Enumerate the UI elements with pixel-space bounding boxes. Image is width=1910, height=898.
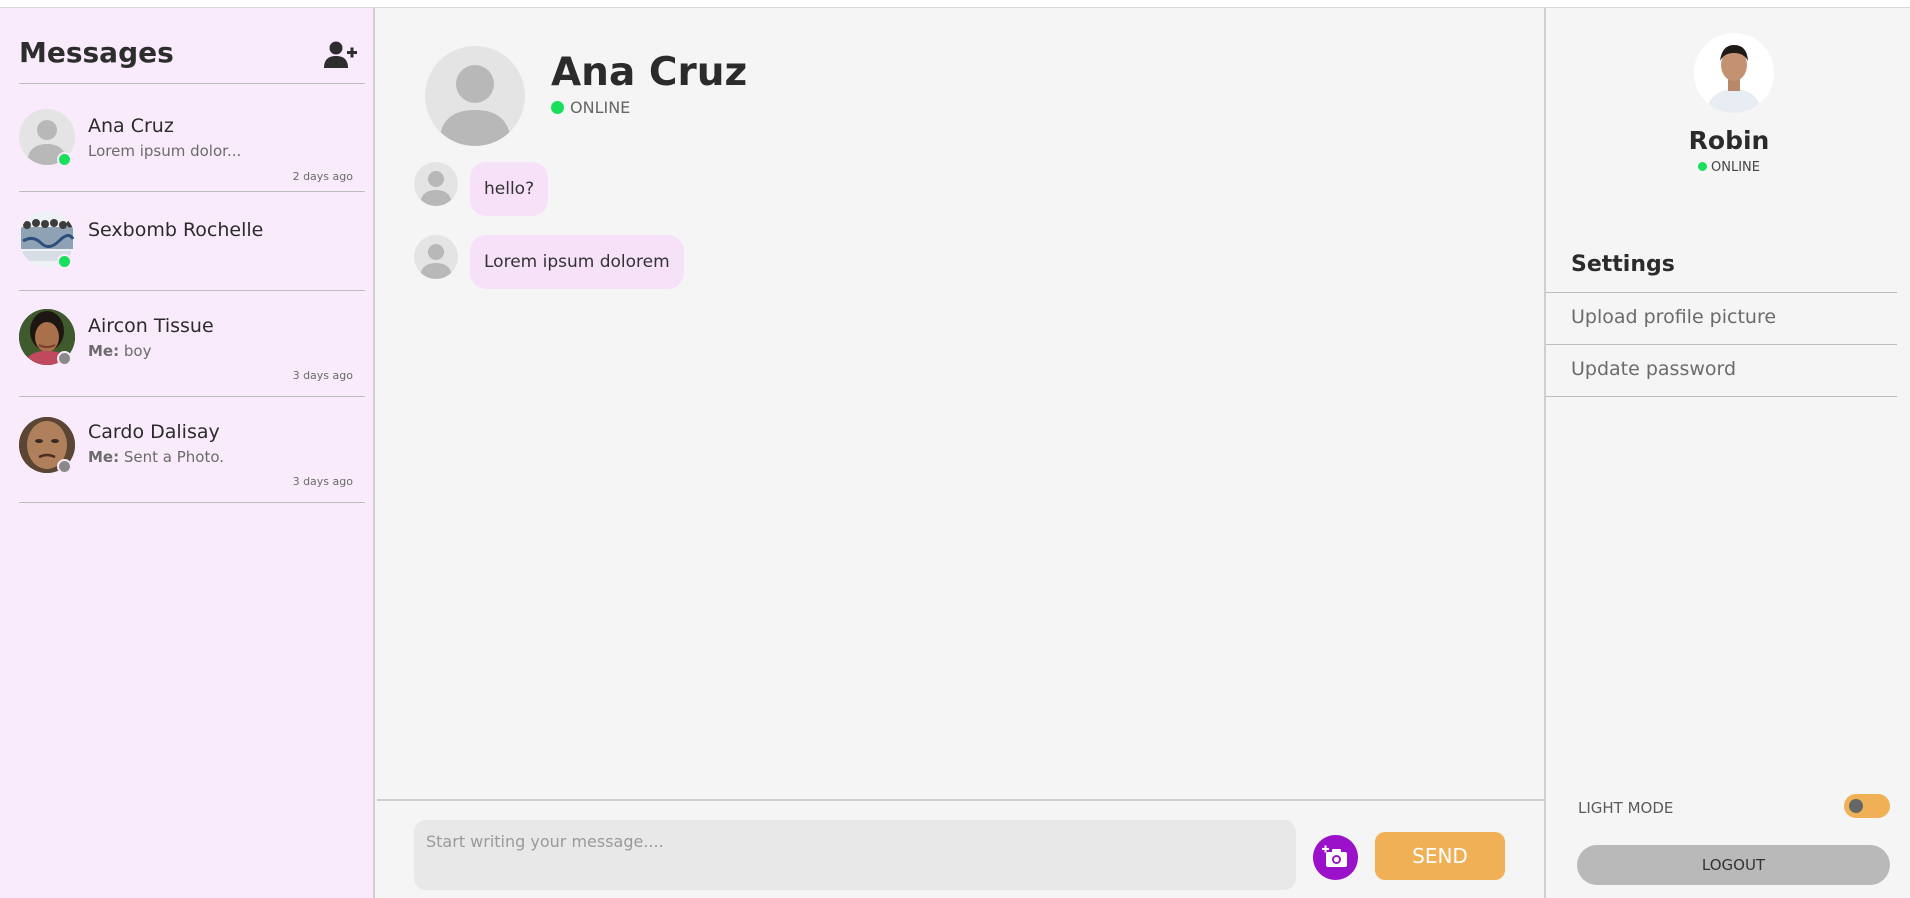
- settings-title: Settings: [1571, 252, 1675, 277]
- conversation-sidebar: Messages Ana Cruz Lorem ipsum dolor... 2…: [0, 8, 375, 898]
- online-dot: [1698, 162, 1707, 171]
- status-dot-offline: [57, 459, 72, 474]
- camera-button[interactable]: [1313, 835, 1358, 880]
- contact-status: ONLINE: [551, 98, 630, 117]
- default-avatar-icon: [414, 235, 458, 279]
- contact-avatar: [425, 46, 525, 146]
- camera-add-icon: [1322, 845, 1347, 867]
- online-dot: [551, 101, 564, 114]
- conversation-item[interactable]: Ana Cruz Lorem ipsum dolor... 2 days ago: [19, 91, 365, 192]
- conversation-preview: Lorem ipsum dolor...: [88, 142, 242, 160]
- status-dot-offline: [57, 351, 72, 366]
- default-avatar-icon: [425, 46, 525, 146]
- light-mode-label: LIGHT MODE: [1578, 799, 1674, 817]
- message-input[interactable]: [414, 820, 1296, 890]
- conversation-item[interactable]: Aircon Tissue Me: boy 3 days ago: [19, 291, 365, 397]
- conversation-name: Ana Cruz: [88, 115, 174, 137]
- profile-panel: Robin ONLINE Settings Upload profile pic…: [1544, 8, 1910, 898]
- sidebar-header: Messages: [19, 26, 365, 84]
- message-avatar: [414, 235, 458, 279]
- conversation-name: Cardo Dalisay: [88, 421, 220, 443]
- add-user-icon[interactable]: [323, 40, 357, 70]
- conversation-item[interactable]: Sexbomb Rochelle: [19, 192, 365, 291]
- status-dot-online: [57, 152, 72, 167]
- person-photo-avatar: [1694, 33, 1774, 113]
- conversation-preview: Me: boy: [88, 342, 152, 360]
- contact-name: Ana Cruz: [551, 50, 748, 95]
- logout-button[interactable]: LOGOUT: [1577, 845, 1890, 885]
- message-composer: SEND: [377, 799, 1544, 898]
- conversation-time: 2 days ago: [292, 170, 353, 183]
- status-dot-online: [57, 254, 72, 269]
- divider: [1546, 396, 1897, 397]
- profile-avatar: [1694, 33, 1774, 113]
- update-password-link[interactable]: Update password: [1571, 358, 1736, 380]
- message-avatar: [414, 162, 458, 206]
- upload-profile-picture-link[interactable]: Upload profile picture: [1571, 306, 1776, 328]
- conversation-item[interactable]: Cardo Dalisay Me: Sent a Photo. 3 days a…: [19, 397, 365, 503]
- conversation-time: 3 days ago: [292, 475, 353, 488]
- message-bubble: Lorem ipsum dolorem: [470, 235, 684, 289]
- profile-status: ONLINE: [1546, 160, 1910, 175]
- profile-name: Robin: [1688, 126, 1770, 155]
- top-border: [0, 0, 1910, 8]
- toggle-knob: [1849, 799, 1863, 813]
- send-button[interactable]: SEND: [1375, 832, 1505, 880]
- conversation-name: Aircon Tissue: [88, 315, 214, 337]
- conversation-time: 3 days ago: [292, 369, 353, 382]
- conversation-name: Sexbomb Rochelle: [88, 219, 264, 241]
- default-avatar-icon: [414, 162, 458, 206]
- sidebar-title: Messages: [19, 36, 174, 69]
- conversation-preview: Me: Sent a Photo.: [88, 448, 225, 466]
- chat-panel: Ana Cruz ONLINE hello? Lorem ipsum dolor…: [377, 8, 1544, 898]
- message-bubble: hello?: [470, 162, 549, 216]
- divider: [1546, 344, 1897, 345]
- theme-toggle[interactable]: [1844, 794, 1890, 818]
- divider: [1546, 292, 1897, 293]
